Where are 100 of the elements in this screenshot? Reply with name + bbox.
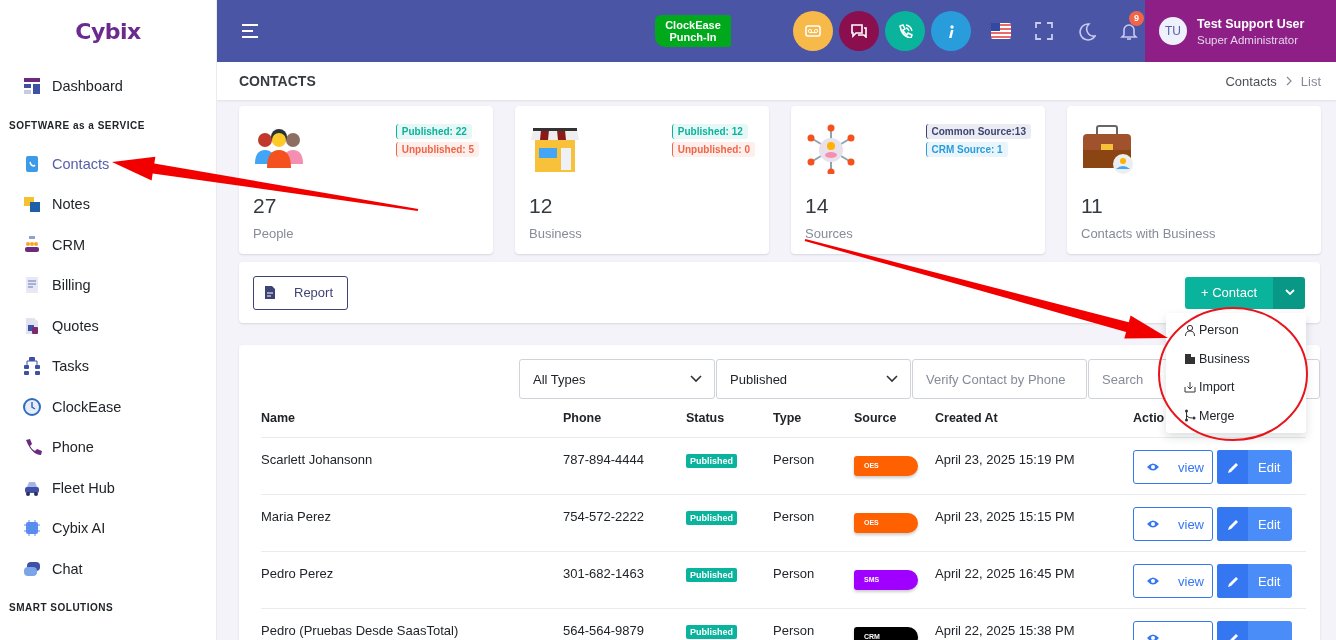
count-badge: Common Source:13 <box>925 124 1031 139</box>
created-date: April 22, 2025 16:45 PM <box>935 566 1075 581</box>
stat-value: 27 <box>253 194 278 218</box>
count-badge: Published: 22 <box>395 124 472 139</box>
clock-icon <box>22 396 42 417</box>
chevron-down-icon <box>886 375 898 383</box>
user-name: Test Support User <box>1197 16 1305 31</box>
count-badge: Published: 12 <box>671 124 748 139</box>
eye-icon <box>1146 575 1160 587</box>
view-button[interactable]: view <box>1133 450 1213 484</box>
sidebar-item[interactable]: Phone <box>0 427 216 468</box>
chevron-right-icon <box>1284 76 1293 86</box>
status-badge: Published <box>686 454 737 468</box>
briefcase-icon <box>1081 124 1133 174</box>
info-button[interactable] <box>931 11 971 51</box>
column-header: Type <box>773 399 854 438</box>
created-date: April 22, 2025 15:38 PM <box>935 623 1075 638</box>
chevron-down-icon <box>690 375 702 383</box>
document-icon <box>264 285 276 300</box>
download-icon <box>1184 380 1196 394</box>
contact-type: Person <box>773 623 815 638</box>
chat-button[interactable] <box>839 11 879 51</box>
section-heading: SMART SOLUTIONS <box>8 601 115 615</box>
menu-item[interactable]: Merge <box>1166 401 1306 430</box>
view-button[interactable]: view <box>1133 564 1213 598</box>
phone-call-icon <box>897 24 913 38</box>
pencil-icon <box>1226 517 1239 531</box>
contact-type: Person <box>773 452 815 467</box>
contact-type: Person <box>773 566 815 581</box>
phone-number: 301-682-1463 <box>563 566 644 581</box>
breadcrumb-link[interactable]: Contacts <box>1225 73 1277 89</box>
status-badge: Published <box>686 625 737 639</box>
sidebar-item[interactable]: CRM <box>0 224 216 265</box>
phone-number: 787-894-4444 <box>563 452 644 467</box>
contact-name: Maria Perez <box>261 509 332 524</box>
stat-label: Sources <box>805 226 854 241</box>
count-badge: Unpublished: 0 <box>671 142 755 157</box>
contact-type: Person <box>773 509 815 524</box>
filter-select[interactable]: Published <box>716 359 911 399</box>
fullscreen-icon[interactable] <box>1035 22 1053 40</box>
column-header: Created At <box>935 399 1133 438</box>
status-badge: Published <box>686 568 737 582</box>
chat-icon <box>851 24 867 38</box>
sidebar-item[interactable]: Chat <box>0 548 216 589</box>
phone-call-button[interactable] <box>885 11 925 51</box>
contact-name: Pedro (Pruebas Desde SaasTotal) <box>261 623 459 638</box>
sidebar-item[interactable]: Dashboard <box>0 66 216 107</box>
menu-item[interactable]: Person <box>1166 316 1306 345</box>
sticky-notes-icon <box>22 194 42 215</box>
eye-icon <box>1146 461 1160 473</box>
view-button[interactable]: view <box>1133 507 1213 541</box>
phone-number: 754-572-2222 <box>563 509 644 524</box>
contact-name: Pedro Perez <box>261 566 334 581</box>
bell-icon[interactable] <box>1120 22 1138 40</box>
column-header: Phone <box>563 399 686 438</box>
moon-icon[interactable] <box>1077 21 1096 41</box>
pencil-icon <box>1226 460 1239 474</box>
column-header: Source <box>854 399 935 438</box>
stat-value: 12 <box>529 194 554 218</box>
sidebar-item[interactable]: Notes <box>0 184 216 225</box>
count-badge: CRM Source: 1 <box>925 142 1008 157</box>
created-date: April 23, 2025 15:19 PM <box>935 452 1075 467</box>
column-header: Status <box>686 399 773 438</box>
phone-number: 564-564-9879 <box>563 623 644 638</box>
pencil-icon <box>1226 574 1239 588</box>
menu-item[interactable]: Import <box>1166 373 1306 402</box>
person-icon <box>1184 323 1196 337</box>
caret-icon <box>1284 289 1295 296</box>
notification-badge: 9 <box>1129 11 1144 26</box>
section-heading: SOFTWARE as a SERVICE <box>8 118 146 133</box>
report-button[interactable]: Report <box>253 275 349 310</box>
dropdown-toggle[interactable] <box>1273 276 1305 309</box>
count-badge: Unpublished: 5 <box>395 142 479 157</box>
user-role: Super Administrator <box>1197 33 1299 46</box>
filter-select[interactable]: All Types <box>519 359 715 399</box>
flag-icon[interactable] <box>991 23 1011 39</box>
sidebar-item[interactable]: Contacts <box>0 143 216 184</box>
voicemail-button[interactable] <box>793 11 833 51</box>
menu-item[interactable]: Business <box>1166 344 1306 373</box>
sidebar-item[interactable]: Quotes <box>0 305 216 346</box>
sidebar-item[interactable]: Cybix AI <box>0 508 216 549</box>
sidebar-item[interactable]: Billing <box>0 265 216 306</box>
flowchart-icon <box>22 356 42 377</box>
team-icon <box>22 234 42 255</box>
stat-label: Contacts with Business <box>1081 226 1217 241</box>
menu-icon[interactable] <box>241 23 259 39</box>
sidebar-item[interactable]: Fleet Hub <box>0 467 216 508</box>
stat-label: Business <box>529 226 583 241</box>
page-title: CONTACTS <box>239 73 317 89</box>
building-icon <box>1184 352 1196 366</box>
chip-icon <box>22 518 42 539</box>
search-field[interactable]: Verify Contact by Phone <box>912 359 1087 399</box>
network-icon <box>805 124 857 174</box>
dashboard-icon <box>22 76 42 97</box>
sidebar-item[interactable]: ClockEase <box>0 386 216 427</box>
app-logo: Cybix <box>74 17 142 46</box>
voicemail-icon <box>805 24 821 38</box>
sidebar-item[interactable]: Tasks <box>0 346 216 387</box>
user-menu[interactable]: TU Test Support User Super Administrator <box>1145 0 1336 62</box>
user-avatar: TU <box>1159 17 1187 45</box>
